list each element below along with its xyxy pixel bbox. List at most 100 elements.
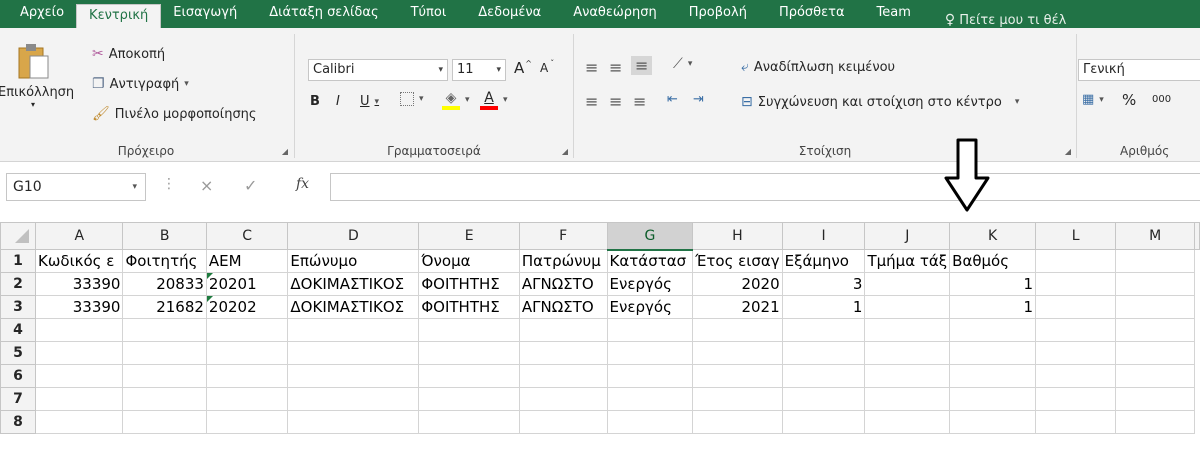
cell-i7[interactable] [781,387,866,411]
cell-l8[interactable] [1035,410,1117,434]
column-header-a[interactable]: A [34,222,124,250]
cell-l5[interactable] [1035,341,1117,365]
cell-g5[interactable] [606,341,694,365]
cell-l2[interactable] [1035,272,1117,296]
cell-a6[interactable] [34,364,124,388]
cell-l6[interactable] [1035,364,1117,388]
cell-k3[interactable]: 1 [949,295,1037,319]
cell-b2[interactable]: 20833 [122,272,207,296]
cell-d3[interactable]: ΔΟΚΙΜΑΣΤΙΚΟΣ [287,295,420,319]
cell-e8[interactable] [418,410,520,434]
cell-c5[interactable] [205,341,289,365]
cell-j2[interactable] [864,272,951,296]
cell-m8[interactable] [1115,410,1195,434]
column-header-k[interactable]: K [949,222,1037,250]
row-header[interactable]: 8 [0,410,36,434]
cell-h5[interactable] [692,341,783,365]
cell-d4[interactable] [287,318,420,342]
cell-k4[interactable] [949,318,1037,342]
cell-f2[interactable]: ΑΓΝΩΣΤΟ [518,272,608,296]
tab-team[interactable]: Team [857,0,923,28]
align-center-button[interactable]: ≡ [609,92,622,111]
cell-f7[interactable] [518,387,608,411]
cell-j3[interactable] [864,295,951,319]
cell-g2[interactable]: Ενεργός [606,272,694,296]
cell-d5[interactable] [287,341,420,365]
decrease-indent-button[interactable]: ⇤ [667,92,678,107]
cell-k8[interactable] [949,410,1037,434]
cell-a5[interactable] [34,341,124,365]
underline-button[interactable]: U ▾ [360,94,379,109]
grow-font-button[interactable]: A ^ [514,59,532,78]
row-header[interactable]: 1 [0,249,36,273]
comma-style-button[interactable]: 000 [1152,94,1171,105]
cell-e3[interactable]: ΦΟΙΤΗΤΗΣ [418,295,520,319]
cell-m2[interactable] [1115,272,1195,296]
cell-m6[interactable] [1115,364,1195,388]
cell-a3[interactable]: 33390 [34,295,124,319]
cell-h3[interactable]: 2021 [692,295,783,319]
cell-e1[interactable]: Όνομα [418,249,520,273]
cut-button[interactable]: ✂ Αποκοπή [92,46,165,62]
enter-icon[interactable]: ✓ [244,176,257,195]
shrink-font-button[interactable]: A ˇ [540,59,554,76]
format-painter-button[interactable]: 🖌 Πινέλο μορφοποίησης [92,106,257,122]
formula-input[interactable] [330,173,1200,201]
tab-home[interactable]: Κεντρική [76,4,162,28]
cell-c4[interactable] [205,318,289,342]
percent-button[interactable]: % [1122,91,1136,109]
cell-k1[interactable]: Βαθμός [949,249,1037,273]
column-header-c[interactable]: C [205,222,289,250]
font-size-select[interactable]: 11 ▾ [452,59,506,81]
cell-a1[interactable]: Κωδικός ε [34,249,124,273]
cell-h4[interactable] [692,318,783,342]
cell-i6[interactable] [781,364,866,388]
cell-d8[interactable] [287,410,420,434]
row-header[interactable]: 2 [0,272,36,296]
cell-e4[interactable] [418,318,520,342]
align-top-button[interactable]: ≡ [585,58,598,77]
number-format-select[interactable]: Γενική [1078,59,1200,81]
cell-i2[interactable]: 3 [781,272,866,296]
more-options-icon[interactable]: ⋮ [162,176,176,192]
cell-a2[interactable]: 33390 [34,272,124,296]
cell-m1[interactable] [1115,249,1195,273]
cell-a7[interactable] [34,387,124,411]
copy-button[interactable]: ❐ Αντιγραφή ▾ [92,76,189,92]
increase-indent-button[interactable]: ⇥ [693,92,704,107]
cell-l3[interactable] [1035,295,1117,319]
accounting-format-button[interactable]: ▦ ▾ [1082,92,1104,107]
cell-c8[interactable] [205,410,289,434]
cell-j4[interactable] [864,318,951,342]
cell-e5[interactable] [418,341,520,365]
tab-file[interactable]: Αρχείο [8,0,76,28]
dialog-launcher-icon[interactable]: ◢ [282,147,288,156]
column-header-g[interactable]: G [606,222,694,251]
tab-insert[interactable]: Εισαγωγή [161,0,249,28]
align-left-button[interactable]: ≡ [585,92,598,111]
cell-k6[interactable] [949,364,1037,388]
cell-m3[interactable] [1115,295,1195,319]
cell-l7[interactable] [1035,387,1117,411]
merge-center-button[interactable]: ⊟ Συγχώνευση και στοίχιση στο κέντρο ▾ [741,94,1019,110]
cell-c6[interactable] [205,364,289,388]
cell-i4[interactable] [781,318,866,342]
cell-b7[interactable] [122,387,207,411]
row-header[interactable]: 4 [0,318,36,342]
cell-k7[interactable] [949,387,1037,411]
cell-c3[interactable]: 20202 [205,295,289,319]
cell-g3[interactable]: Ενεργός [606,295,694,319]
cell-i1[interactable]: Εξάμηνο [781,249,866,273]
cell-e2[interactable]: ΦΟΙΤΗΤΗΣ [418,272,520,296]
cell-e7[interactable] [418,387,520,411]
cell-b5[interactable] [122,341,207,365]
cell-i5[interactable] [781,341,866,365]
cell-k5[interactable] [949,341,1037,365]
insert-function-icon[interactable]: fx [296,176,309,192]
bold-button[interactable]: B [310,94,320,109]
cell-f5[interactable] [518,341,608,365]
cell-j6[interactable] [864,364,951,388]
column-header-e[interactable]: E [418,222,520,250]
cell-h6[interactable] [692,364,783,388]
tab-page-layout[interactable]: Διάταξη σελίδας [249,0,390,28]
